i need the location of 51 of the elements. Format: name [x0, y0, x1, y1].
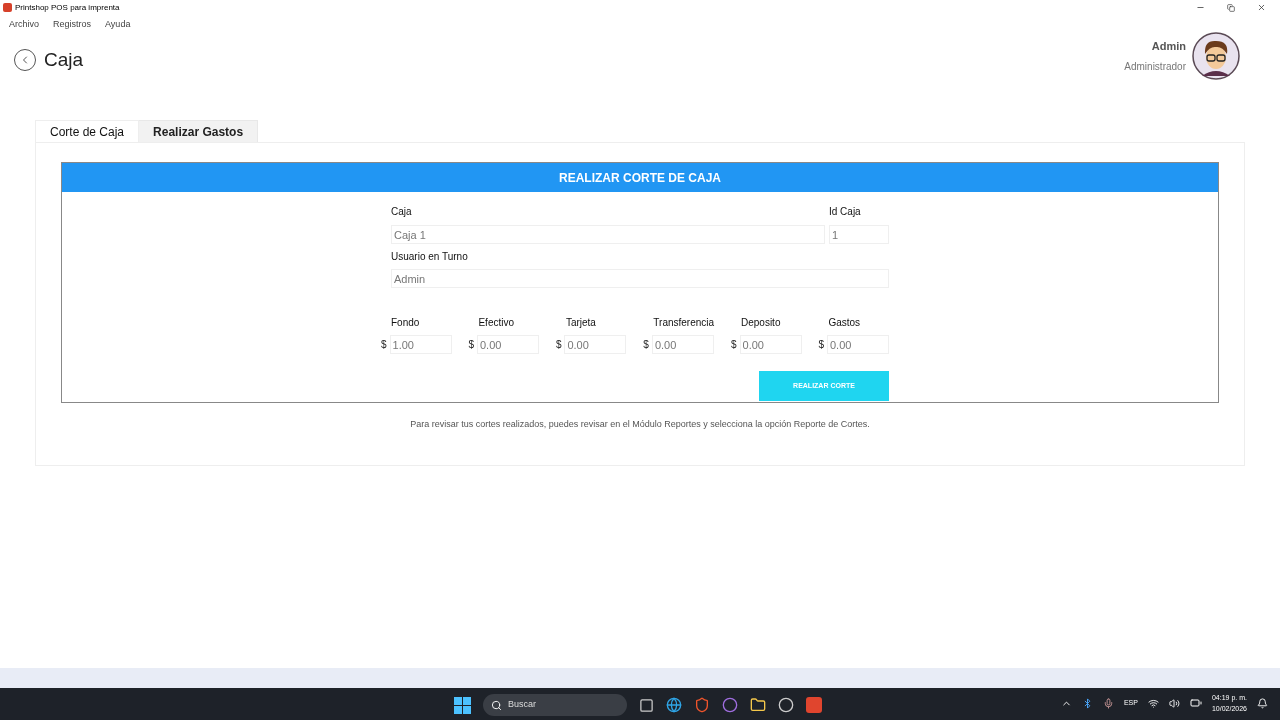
field-label: Id Caja [829, 205, 862, 219]
amount-field[interactable]: 0.00 [651, 335, 714, 354]
field-label: Efectivo [478, 316, 515, 330]
field-label: Tarjeta [565, 316, 597, 330]
menu-item[interactable]: Archivo [9, 18, 39, 32]
currency-sign: $ [643, 338, 649, 352]
menu-item[interactable]: Ayuda [105, 18, 131, 32]
close-icon[interactable] [1257, 3, 1266, 12]
currency-sign: $ [555, 338, 562, 352]
user-role: Administrador [1124, 59, 1186, 74]
field-label: Transferencia [653, 316, 715, 330]
menu-item[interactable]: Registros [53, 18, 92, 32]
avatar-icon [1192, 32, 1240, 80]
shield-icon[interactable] [694, 697, 710, 713]
page-title: Caja [44, 48, 84, 72]
currency-sign: $ [468, 338, 474, 352]
notification-icon[interactable] [1257, 697, 1268, 709]
usuario-field[interactable]: Admin [391, 269, 889, 288]
currency-sign: $ [818, 338, 824, 352]
info-note: Para revisar tus cortes realizados, puedes revisar en el Módulo Reportes y selecciona la opción Reporte de Cortes. [409, 418, 871, 431]
tab[interactable]: Corte de Caja [35, 120, 140, 142]
window-title: Printshop POS para imprenta [15, 1, 120, 14]
currency-sign: $ [730, 338, 737, 352]
amount-field[interactable]: 0.00 [477, 335, 539, 354]
amount-field[interactable]: 0.00 [739, 335, 802, 354]
tab[interactable]: Realizar Gastos [139, 120, 259, 142]
user-name: Admin [1151, 39, 1186, 55]
wifi-icon[interactable] [1147, 697, 1159, 709]
taskbar-search-field[interactable]: Buscar [483, 694, 627, 716]
field-label: Caja [391, 205, 413, 219]
volume-icon[interactable] [1168, 697, 1180, 709]
currency-sign: $ [381, 338, 387, 352]
amount-field[interactable]: 0.00 [826, 335, 889, 354]
battery-icon[interactable] [1189, 697, 1202, 709]
search-icon [491, 699, 502, 711]
field-label: Fondo [391, 316, 421, 330]
microphone-icon[interactable] [1102, 697, 1114, 709]
app-logo-icon [3, 3, 12, 12]
field-label: Gastos [828, 316, 862, 330]
form-header: REALIZAR CORTE DE CAJA [62, 163, 1218, 192]
id-caja-field[interactable]: 1 [829, 225, 889, 244]
task-view-icon[interactable] [639, 697, 654, 713]
amount-field[interactable]: 0.00 [564, 335, 627, 354]
restore-icon[interactable] [1227, 3, 1235, 12]
field-label: Deposito [740, 316, 782, 330]
caja-field[interactable]: Caja 1 [391, 225, 825, 244]
folder-icon[interactable] [750, 697, 766, 713]
field-label: Usuario en Turno [391, 250, 469, 264]
browser-icon[interactable] [666, 697, 682, 713]
windows-start-icon[interactable] [454, 696, 471, 714]
amount-field[interactable]: 1.00 [389, 335, 452, 354]
